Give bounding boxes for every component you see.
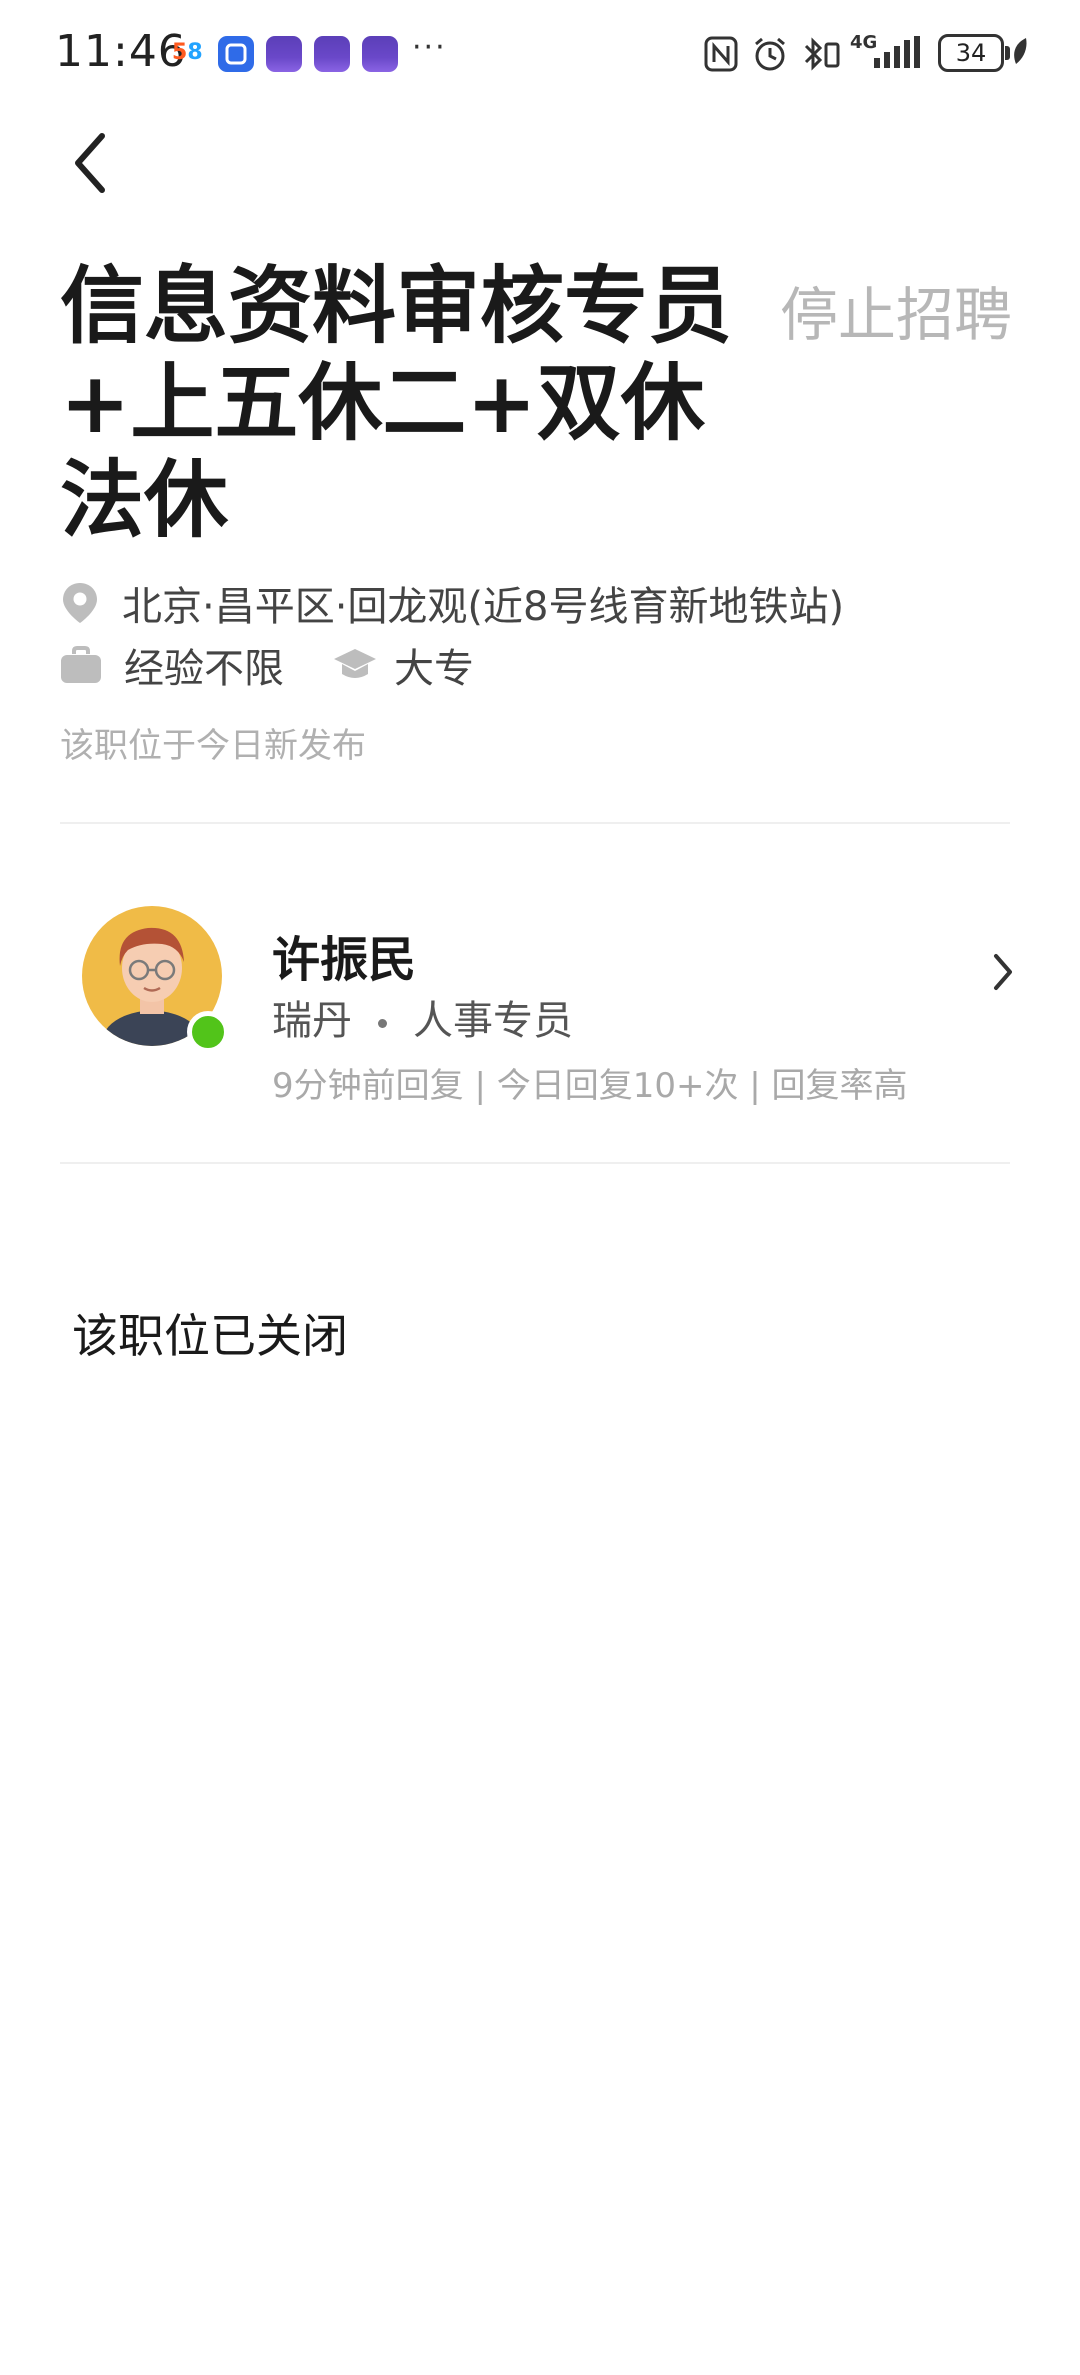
job-closed-message: 该职位已关闭 — [72, 1309, 348, 1363]
online-status-indicator — [187, 1011, 229, 1053]
more-notifications-icon: ··· — [412, 30, 447, 65]
chevron-left-icon — [75, 133, 105, 193]
separator-dot — [378, 1018, 387, 1028]
job-title: 信息资料审核专员+上五休二+双休法休 — [60, 257, 733, 549]
status-bar: 11:46 58 ··· 4G 34 — [0, 0, 1080, 108]
job-location: 北京·昌平区·回龙观(近8号线育新地铁站) — [60, 578, 844, 630]
recruiter-position: 人事专员 — [413, 998, 573, 1044]
education-text: 大专 — [394, 646, 474, 692]
location-text: 北京·昌平区·回龙观(近8号线育新地铁站) — [122, 584, 845, 630]
recruiter-card[interactable]: 许振民 瑞丹 人事专员 9分钟前回复 | 今日回复10+次 | 回复率高 — [60, 880, 1020, 1120]
bluetooth-icon — [804, 37, 840, 71]
signal-icon — [874, 36, 920, 68]
game-notification-icon — [266, 36, 302, 72]
divider — [60, 822, 1010, 824]
stop-hiring-status: 停止招聘 — [779, 281, 1012, 349]
job-requirements: 经验不限 大专 — [60, 640, 474, 692]
battery-indicator: 34 — [938, 34, 1010, 72]
divider — [60, 1162, 1010, 1164]
experience-text: 经验不限 — [124, 646, 284, 692]
app-notification-icon — [218, 36, 254, 72]
posted-note: 该职位于今日新发布 — [60, 726, 366, 766]
recruiter-activity: 9分钟前回复 | 今日回复10+次 | 回复率高 — [272, 1066, 908, 1106]
game-notification-icon — [362, 36, 398, 72]
app-58-notification-icon: 58 — [172, 40, 203, 65]
location-pin-icon — [63, 583, 97, 623]
recruiter-company-title: 瑞丹 人事专员 — [272, 988, 573, 1046]
status-time: 11:46 — [55, 26, 187, 77]
briefcase-icon — [61, 646, 101, 683]
back-button[interactable] — [62, 128, 122, 198]
recruiter-company: 瑞丹 — [272, 998, 352, 1044]
charging-leaf-icon — [1014, 38, 1027, 64]
graduation-cap-icon — [334, 649, 376, 678]
game-notification-icon — [314, 36, 350, 72]
recruiter-name: 许振民 — [272, 932, 417, 988]
education-requirement: 大专 — [332, 636, 474, 694]
nfc-icon — [704, 36, 738, 72]
chevron-right-icon — [994, 954, 1012, 990]
alarm-icon — [755, 37, 785, 71]
